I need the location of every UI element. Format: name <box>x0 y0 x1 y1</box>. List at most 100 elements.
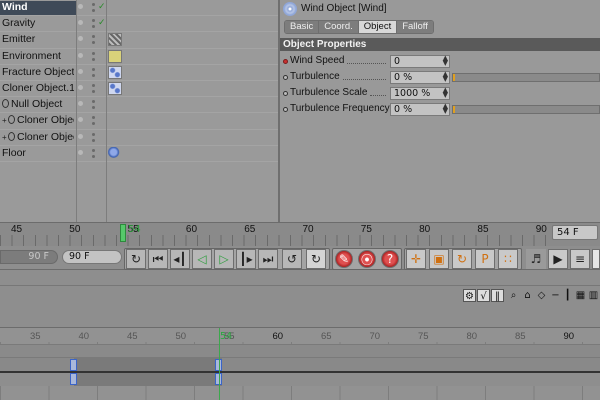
fcurve-icon[interactable]: √ <box>477 289 490 302</box>
auto-key-icon[interactable]: ⦿ <box>358 250 376 268</box>
record-icon[interactable]: ✎ <box>335 250 353 268</box>
property-value-field[interactable]: 0 % ▲ ▼ <box>390 103 450 116</box>
object-row[interactable]: Emitter <box>0 32 278 49</box>
value-slider[interactable] <box>452 73 600 82</box>
object-row[interactable]: Cloner Object.1 <box>0 81 278 98</box>
layout-icon[interactable]: ▥ <box>587 289 600 302</box>
keyframe[interactable] <box>70 359 77 371</box>
dope-sheet-icon[interactable]: ‖ <box>491 289 504 302</box>
loop-active-icon[interactable]: ↻ <box>306 249 326 269</box>
grid-tag-icon[interactable] <box>108 81 122 95</box>
layer-dot[interactable] <box>78 84 83 90</box>
object-row[interactable]: Environment <box>0 49 278 65</box>
layer-dot[interactable] <box>78 117 83 123</box>
animation-key-dot[interactable] <box>283 107 288 112</box>
layer-dot[interactable] <box>78 36 83 42</box>
editor-visibility-dot[interactable] <box>92 19 95 23</box>
grid-icon[interactable]: ▦ <box>574 289 587 302</box>
editor-visibility-dot[interactable] <box>92 35 95 39</box>
property-value-field[interactable]: 1000 % ▲ ▼ <box>390 87 450 100</box>
object-name[interactable]: Gravity <box>2 17 74 31</box>
render-visibility-dot[interactable] <box>92 106 95 110</box>
editor-visibility-dot[interactable] <box>92 67 95 71</box>
home-icon[interactable]: ⌂ <box>521 289 534 302</box>
object-row[interactable]: Fracture Object <box>0 65 278 81</box>
render-visibility-dot[interactable] <box>92 89 95 93</box>
render-visibility-dot[interactable] <box>92 41 95 45</box>
object-name[interactable]: Wind <box>0 1 76 15</box>
end-frame-field[interactable]: 90 F <box>62 250 122 264</box>
object-name[interactable]: Floor <box>2 147 74 161</box>
section-header[interactable]: Object Properties <box>280 38 600 51</box>
zoom-in-icon[interactable]: ┃ <box>561 289 574 302</box>
render-visibility-dot[interactable] <box>92 154 95 158</box>
render-visibility-dot[interactable] <box>92 138 95 142</box>
animation-key-dot[interactable] <box>283 59 288 64</box>
object-name[interactable]: Fracture Object <box>2 66 74 80</box>
next-key-icon[interactable]: ┃▸ <box>236 249 256 269</box>
object-row[interactable]: +Cloner Object <box>0 130 278 146</box>
editor-visibility-dot[interactable] <box>92 51 95 55</box>
object-row[interactable]: Floor <box>0 146 278 162</box>
scale-key-icon[interactable]: ▣ <box>429 249 449 269</box>
object-row[interactable]: Null Object <box>0 97 278 114</box>
object-row[interactable]: Wind ✓ <box>0 0 278 17</box>
param-key-icon[interactable]: P <box>475 249 495 269</box>
render-visibility-dot[interactable] <box>92 57 95 61</box>
object-name[interactable]: +Cloner Object <box>2 114 74 128</box>
goto-end-icon[interactable]: ⏭ <box>258 249 278 269</box>
layer-dot[interactable] <box>78 20 83 26</box>
visibility-dots[interactable] <box>78 83 106 96</box>
visibility-dots[interactable] <box>78 132 106 145</box>
render-settings-icon[interactable]: ≡ <box>570 249 590 269</box>
visibility-dots[interactable] <box>78 148 106 161</box>
spinner-icon[interactable]: ▲ ▼ <box>443 87 448 99</box>
spinner-icon[interactable]: ▲ ▼ <box>443 55 448 67</box>
property-value-field[interactable]: 0 ▲ ▼ <box>390 55 450 68</box>
editor-visibility-dot[interactable] <box>92 148 95 152</box>
render-visibility-dot[interactable] <box>92 9 95 12</box>
current-frame-field[interactable]: 54 F <box>552 225 598 240</box>
property-value-field[interactable]: 0 % ▲ ▼ <box>390 71 450 84</box>
animation-key-dot[interactable] <box>283 91 288 96</box>
loop-back-icon[interactable]: ↻ <box>126 249 146 269</box>
layer-dot[interactable] <box>78 101 83 107</box>
render-visibility-dot[interactable] <box>92 122 95 126</box>
visibility-dots[interactable] <box>78 116 106 128</box>
tab-coord[interactable]: Coord. <box>319 21 359 33</box>
more-icon[interactable] <box>592 249 600 269</box>
goto-start-icon[interactable]: ⏮ <box>148 249 168 269</box>
tab-basic[interactable]: Basic <box>285 21 320 33</box>
render-visibility-dot[interactable] <box>92 25 95 29</box>
animation-key-dot[interactable] <box>283 75 288 80</box>
point-key-icon[interactable]: ∷ <box>498 249 518 269</box>
visibility-dots[interactable] <box>78 100 106 112</box>
render-visibility-dot[interactable] <box>92 73 95 77</box>
play-forward-icon[interactable]: ▷ <box>214 249 234 269</box>
prev-key-icon[interactable]: ◂┃ <box>170 249 190 269</box>
visibility-dots[interactable] <box>78 35 106 47</box>
editor-visibility-dot[interactable] <box>92 3 95 6</box>
editor-visibility-dot[interactable] <box>92 83 95 87</box>
visibility-dots[interactable] <box>78 51 106 64</box>
enabled-check-icon[interactable]: ✓ <box>98 18 106 28</box>
rotate-key-icon[interactable]: ↻ <box>452 249 472 269</box>
render-view-icon[interactable]: ▶ <box>548 249 568 269</box>
loop-icon[interactable]: ↺ <box>282 249 302 269</box>
layer-dot[interactable] <box>78 133 83 139</box>
timeline-ruler[interactable]: 45 50 55 60 65 70 75 80 85 90 <box>0 222 600 247</box>
spinner-icon[interactable]: ▲ ▼ <box>443 103 448 115</box>
help-key-icon[interactable]: ? <box>381 250 399 268</box>
layer-dot[interactable] <box>78 4 83 9</box>
object-row[interactable]: Gravity ✓ <box>0 16 278 33</box>
object-row[interactable]: +Cloner Object <box>0 113 278 130</box>
object-name[interactable]: Emitter <box>2 33 74 47</box>
tab-falloff[interactable]: Falloff <box>397 21 433 33</box>
pencil-tag-icon[interactable] <box>108 49 122 63</box>
visibility-dots[interactable]: ✓ <box>78 2 106 15</box>
editor-visibility-dot[interactable] <box>92 100 95 104</box>
move-key-icon[interactable]: ✛ <box>406 249 426 269</box>
layer-dot[interactable] <box>78 68 83 74</box>
start-frame-field[interactable]: 90 F <box>0 250 58 264</box>
playhead-marker[interactable] <box>120 224 126 242</box>
